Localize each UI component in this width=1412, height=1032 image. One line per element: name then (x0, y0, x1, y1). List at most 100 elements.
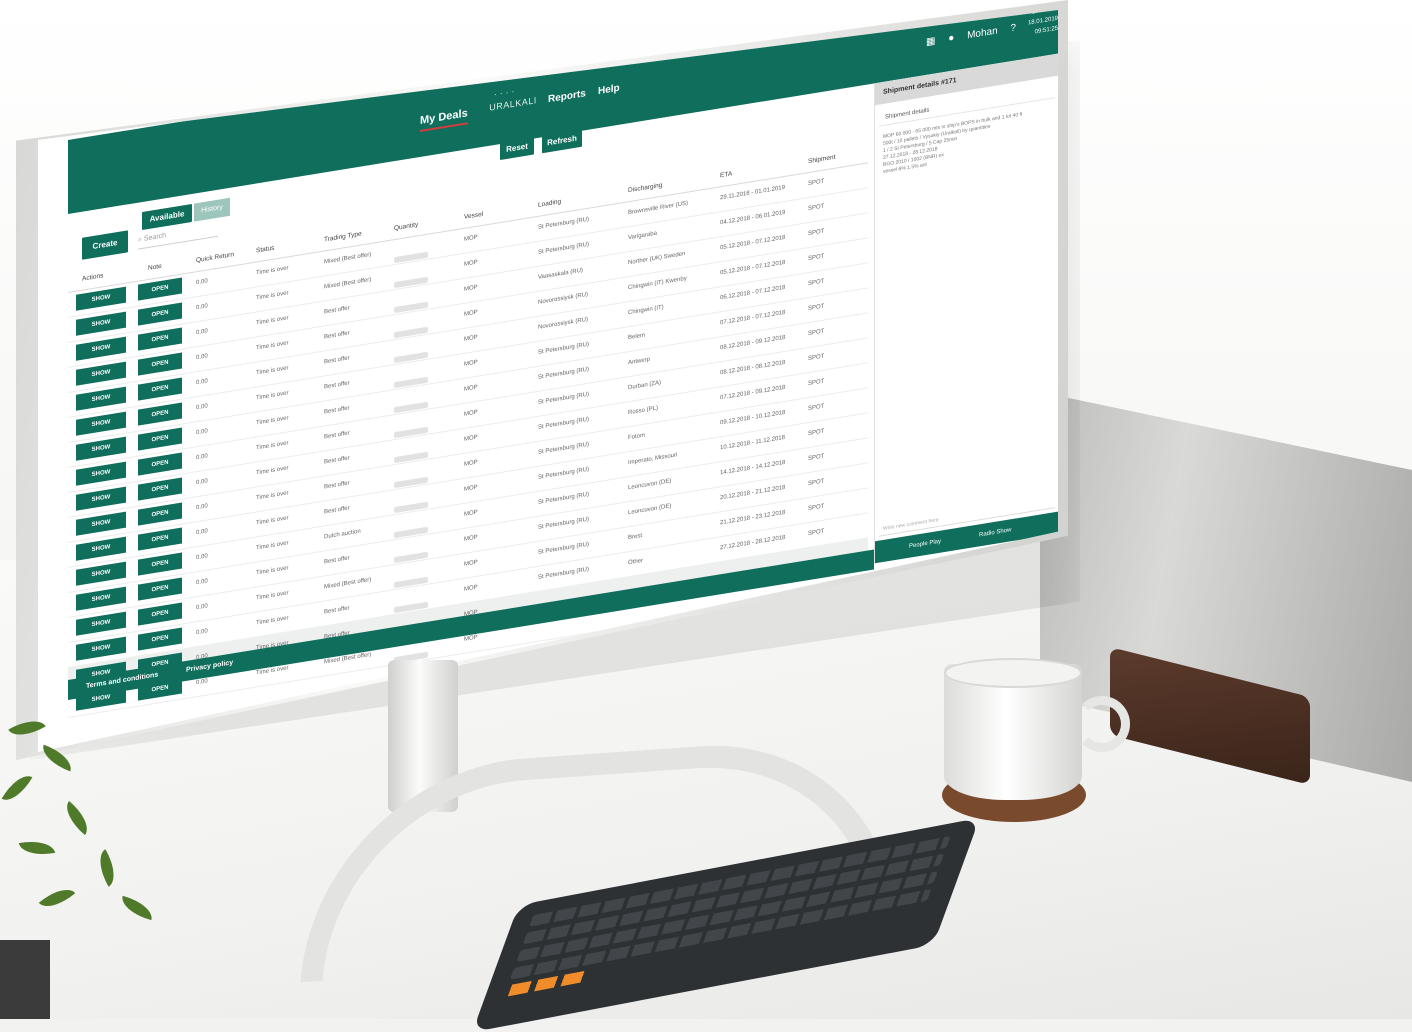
user-name[interactable]: Mohan (967, 25, 998, 41)
cell-status: Time is over (256, 390, 289, 402)
show-button[interactable]: SHOW (76, 536, 126, 561)
reset-button[interactable]: Reset (500, 136, 534, 161)
nav-help[interactable]: Help (598, 83, 620, 98)
col-shipment[interactable]: Shipment (808, 154, 835, 165)
cell-status: Time is over (256, 290, 289, 302)
tab-history[interactable]: History (194, 197, 230, 222)
cell-type: Mixed (Best offer) (324, 576, 372, 591)
leaf (1, 769, 33, 807)
cell-eta: 08.12.2018 - 08.12.2018 (720, 359, 786, 377)
cell-status: Time is over (256, 615, 289, 627)
cell-loading: St Petersburg (RU) (538, 416, 590, 431)
show-button[interactable]: SHOW (76, 561, 126, 586)
show-button[interactable]: SHOW (76, 311, 126, 336)
col-eta[interactable]: ETA (720, 170, 732, 179)
cell-eta: 04.12.2018 - 06.01.2019 (720, 209, 786, 227)
cell-qr: 0.00 (196, 528, 208, 537)
open-button[interactable]: OPEN (138, 427, 182, 451)
calendar-icon[interactable]: ▦ (926, 36, 935, 49)
col-quick-return[interactable]: Quick Return (196, 251, 234, 264)
tab-available[interactable]: Available (142, 203, 192, 231)
open-button[interactable]: OPEN (138, 527, 182, 551)
col-quantity[interactable]: Quantity (394, 221, 418, 232)
cell-discharging: Brownsville River (US) (628, 200, 689, 217)
open-button[interactable]: OPEN (138, 452, 182, 476)
nav-reports[interactable]: Reports (548, 88, 586, 105)
col-loading[interactable]: Loading (538, 198, 561, 209)
cell-qr: 0.00 (196, 278, 208, 287)
cell-qr: 0.00 (196, 503, 208, 512)
cell-discharging: Varigaraba (628, 230, 657, 242)
cell-loading: St Petersburg (RU) (538, 566, 590, 581)
show-button[interactable]: SHOW (76, 336, 126, 361)
open-button[interactable]: OPEN (138, 377, 182, 401)
cell-type: Best offer (324, 305, 350, 316)
show-button[interactable]: SHOW (76, 436, 126, 461)
cell-type: Mixed (Best offer) (324, 276, 372, 291)
create-button[interactable]: Create (82, 230, 128, 260)
cell-eta: 08.12.2018 - 09.12.2018 (720, 334, 786, 352)
shipment-side-panel: Shipment details #171 Shipment details M… (874, 53, 1058, 564)
col-trading-type[interactable]: Trading Type (324, 230, 362, 243)
open-button[interactable]: OPEN (138, 627, 182, 651)
cell-qr: 0.00 (196, 353, 208, 362)
col-note[interactable]: Note (148, 263, 162, 272)
cell-discharging: Fotom (628, 432, 646, 442)
logo-dots-icon: · · · · (494, 86, 515, 100)
cell-vessel: MOP (464, 634, 478, 643)
show-button[interactable]: SHOW (76, 361, 126, 386)
cell-vessel: MOP (464, 434, 478, 443)
cell-eta: 09.12.2018 - 10.12.2018 (720, 409, 786, 427)
show-button[interactable]: SHOW (76, 586, 126, 611)
cell-status: Time is over (256, 490, 289, 502)
cell-vessel: MOP (464, 234, 478, 243)
people-play-link[interactable]: People Play (909, 531, 941, 558)
open-button[interactable]: OPEN (138, 402, 182, 426)
radio-show-link[interactable]: Radio Show (979, 519, 1011, 546)
open-button[interactable]: OPEN (138, 602, 182, 626)
cell-shipment: SPOT (808, 178, 825, 188)
show-button[interactable]: SHOW (76, 486, 126, 511)
cell-shipment: SPOT (808, 378, 825, 388)
cell-vessel: MOP (464, 359, 478, 368)
show-button[interactable]: SHOW (76, 636, 126, 661)
show-button[interactable]: SHOW (76, 511, 126, 536)
cell-discharging: Imperato, Missouri (628, 452, 678, 467)
cell-status: Time is over (256, 515, 289, 527)
cell-discharging: Chingwin (IT) (628, 304, 664, 317)
cell-qr: 0.00 (196, 428, 208, 437)
show-button[interactable]: SHOW (76, 386, 126, 411)
cell-qr: 0.00 (196, 603, 208, 612)
show-button[interactable]: SHOW (76, 611, 126, 636)
open-button[interactable]: OPEN (138, 552, 182, 576)
cell-qr: 0.00 (196, 328, 208, 337)
notification-icon[interactable]: ● (948, 32, 954, 44)
show-button[interactable]: SHOW (76, 461, 126, 486)
nav-my-deals[interactable]: My Deals (420, 107, 468, 127)
show-button[interactable]: SHOW (76, 286, 126, 311)
cell-discharging: Norther (UK) Sweden (628, 251, 686, 267)
show-button[interactable]: SHOW (76, 411, 126, 436)
col-vessel[interactable]: Vessel (464, 211, 483, 221)
cell-loading: Novorossiysk (RU) (538, 291, 589, 306)
cell-type: Best offer (324, 405, 350, 416)
mug-rim (944, 658, 1082, 688)
cell-status: Time is over (256, 340, 289, 352)
open-button[interactable]: OPEN (138, 577, 182, 601)
open-button[interactable]: OPEN (138, 302, 182, 326)
cell-qr: 0.00 (196, 403, 208, 412)
open-button[interactable]: OPEN (138, 502, 182, 526)
open-button[interactable]: OPEN (138, 277, 182, 301)
col-status[interactable]: Status (256, 245, 274, 255)
open-button[interactable]: OPEN (138, 327, 182, 351)
cell-status: Time is over (256, 465, 289, 477)
leaf (38, 744, 76, 772)
col-actions[interactable]: Actions (82, 272, 103, 282)
leaf (38, 880, 76, 916)
cpt-clock: CPT Time 18.01.2019 09:51:25 (1016, 10, 1058, 40)
open-button[interactable]: OPEN (138, 477, 182, 501)
leaf (8, 712, 46, 744)
cell-discharging: Leoncuvon (DE) (628, 503, 672, 517)
open-button[interactable]: OPEN (138, 352, 182, 376)
col-discharging[interactable]: Discharging (628, 182, 662, 195)
